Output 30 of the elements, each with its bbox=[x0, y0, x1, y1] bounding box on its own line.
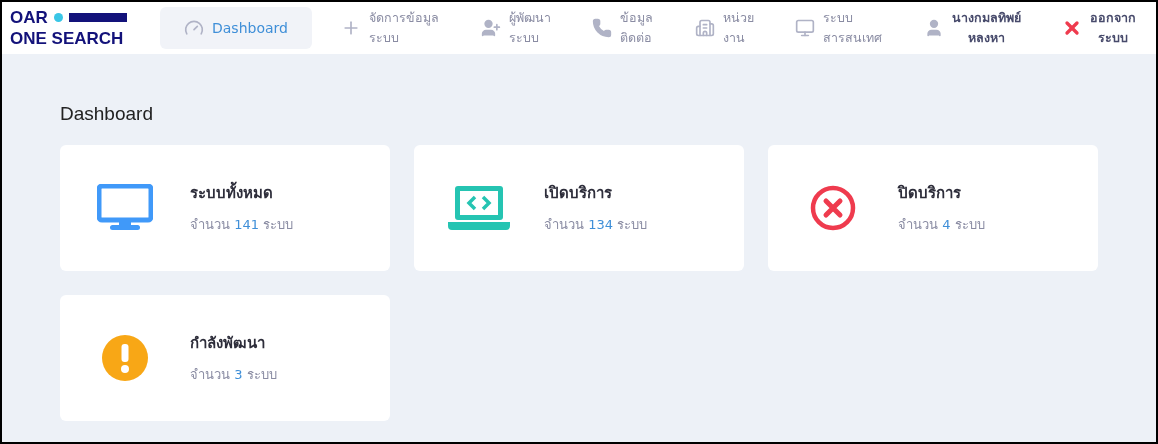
nav-item[interactable]: ผู้พัฒนา ระบบ bbox=[468, 2, 563, 54]
building-icon bbox=[694, 18, 715, 38]
logo-text: ONE SEARCH bbox=[10, 30, 125, 47]
page-title: Dashboard bbox=[60, 104, 154, 123]
nav-item[interactable]: Dashboard bbox=[160, 7, 312, 49]
card-title: เปิดบริการ bbox=[544, 183, 613, 204]
monitor-icon bbox=[795, 18, 816, 38]
nav-item[interactable]: จัดการข้อมูล ระบบ bbox=[329, 2, 452, 54]
phone-icon bbox=[592, 18, 613, 38]
card-title: ระบบทั้งหมด bbox=[190, 182, 294, 205]
nav-item[interactable]: หน่วย งาน bbox=[682, 2, 766, 54]
bar-icon bbox=[68, 13, 127, 22]
logo-text: OAR bbox=[10, 9, 48, 26]
count-text: จำนวน 134 ระบบ bbox=[544, 215, 648, 234]
card-title: กำลังพัฒนา bbox=[190, 333, 266, 354]
count-text: จำนวน 3 ระบบ bbox=[190, 365, 277, 384]
laptop-code-icon bbox=[447, 184, 511, 232]
close-circle-icon bbox=[809, 184, 857, 232]
nav-item[interactable]: ข้อมูล ติดต่อ bbox=[580, 2, 666, 54]
logo[interactable]: OAR ONE SEARCH bbox=[10, 9, 160, 47]
card-title: ปิดบริการ bbox=[898, 183, 962, 204]
nav-item[interactable]: นางกมลทิพย์ หลงหา bbox=[911, 2, 1033, 54]
nav-item[interactable]: ออกจาก ระบบ bbox=[1049, 2, 1148, 54]
count-text: จำนวน 141 ระบบ bbox=[190, 215, 294, 234]
count-text: จำนวน 4 ระบบ bbox=[898, 215, 985, 234]
gauge-icon bbox=[184, 18, 204, 38]
warning-icon bbox=[101, 334, 149, 382]
nav-item[interactable]: ระบบ สารสนเทศ bbox=[783, 2, 895, 54]
desktop-icon bbox=[97, 184, 153, 232]
user-plus-icon bbox=[480, 18, 501, 38]
